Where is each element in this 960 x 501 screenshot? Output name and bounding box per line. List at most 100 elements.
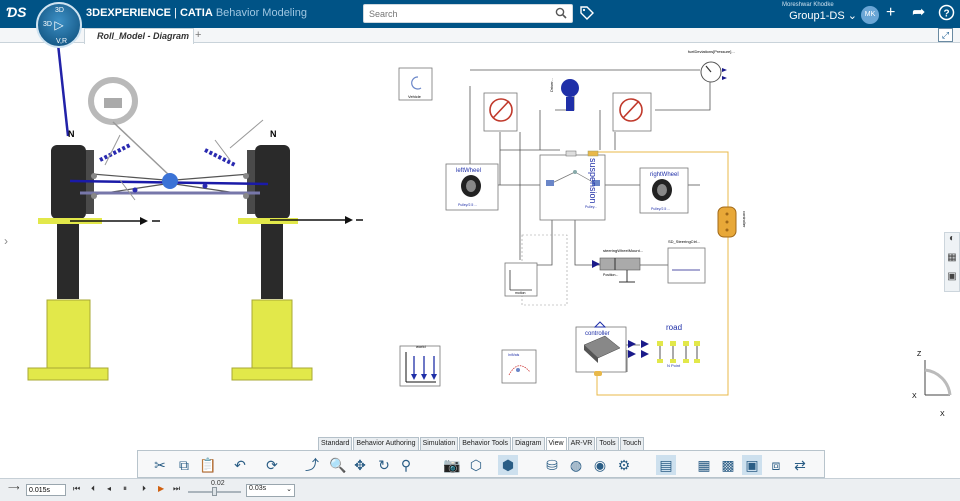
- search-box[interactable]: [363, 4, 573, 23]
- export-icon[interactable]: ⤴: [302, 455, 322, 475]
- frame-icon[interactable]: ▣: [742, 455, 762, 475]
- compare-icon[interactable]: ⧈: [766, 455, 786, 475]
- tab-ar-vr[interactable]: AR-VR: [567, 437, 596, 450]
- grid-icon[interactable]: ▦: [694, 455, 714, 475]
- compass-widget[interactable]: 3D 3D ▷ V,R: [36, 2, 82, 48]
- right-sensor-block[interactable]: [612, 92, 652, 132]
- help-icon[interactable]: ?: [938, 4, 955, 25]
- camera-icon[interactable]: 📷: [442, 455, 462, 475]
- viewport-3d[interactable]: N N Vehicle Driver... fuelDeviations[Pre…: [0, 44, 960, 439]
- tag-icon[interactable]: [580, 6, 594, 23]
- avatar[interactable]: MK: [861, 6, 879, 24]
- right-wheel-label: rightWheel: [650, 172, 679, 178]
- right-n-label: N: [270, 129, 277, 139]
- plus-icon[interactable]: +: [886, 5, 895, 21]
- add-tab-button[interactable]: +: [195, 29, 201, 41]
- skip-end-icon[interactable]: ⏭: [173, 484, 180, 494]
- flow-icon[interactable]: ⇄: [790, 455, 810, 475]
- right-wheel-sub: Pulley/2.5 ...: [651, 207, 670, 211]
- playback-bar: ⟶ ⏮ ⏴ ◂ ⏸ ⏵ ▶ ⏭ 0.02 0.03s⌄: [0, 478, 960, 501]
- fullscreen-icon[interactable]: ⤢: [938, 28, 953, 42]
- pause-icon[interactable]: ⏸: [123, 484, 127, 494]
- driver-label: Driver...: [549, 78, 554, 92]
- inspect-icon[interactable]: ▤: [656, 455, 676, 475]
- user-menu[interactable]: Moreshwar Khodke Group1-DS ⌄: [762, 2, 857, 22]
- paste-icon[interactable]: 📋: [198, 455, 218, 475]
- compass-left-label: 3D: [43, 21, 52, 28]
- render-icon[interactable]: ◉: [590, 455, 610, 475]
- speed-slider-knob[interactable]: [212, 487, 217, 496]
- tab-view[interactable]: View: [545, 437, 567, 450]
- share-icon[interactable]: ➦: [912, 5, 925, 21]
- zoom-icon[interactable]: 🔍: [328, 455, 348, 475]
- reverse-icon[interactable]: ◂: [107, 484, 111, 493]
- tab-simulation[interactable]: Simulation: [419, 437, 459, 450]
- pan-icon[interactable]: ✥: [350, 455, 370, 475]
- steering-wheel[interactable]: [88, 77, 171, 177]
- suspension-linkage[interactable]: [69, 119, 269, 201]
- tab-touch[interactable]: Touch: [619, 437, 645, 450]
- step-forward-icon[interactable]: ⏵: [142, 484, 146, 494]
- compass-top-label: 3D: [55, 7, 64, 14]
- skip-start-icon[interactable]: ⏮: [73, 484, 80, 494]
- controller-port-label: controller: [742, 211, 747, 228]
- vehicle-label: Vehicle: [408, 94, 422, 99]
- grid-view-icon[interactable]: ▦: [945, 252, 959, 271]
- step-select[interactable]: 0.03s ⌄: [246, 484, 295, 497]
- left-wheel-label: leftWheel: [456, 168, 481, 174]
- sd-steering-label: SD_SteeringCtrl...: [668, 239, 700, 244]
- play-button[interactable]: ▶: [158, 484, 164, 493]
- app-title: 3DEXPERIENCE | CATIA Behavior Modeling: [86, 7, 307, 19]
- view-cube-icon[interactable]: ⬡: [466, 455, 486, 475]
- right-toolbar: ◐ ▦ ▣: [944, 232, 960, 292]
- rotate-icon[interactable]: ↻: [374, 455, 394, 475]
- tab-behavior-tools[interactable]: Behavior Tools: [459, 437, 512, 450]
- init-vals-label: InitVals: [508, 353, 519, 357]
- time-arrow-icon: ⟶: [8, 483, 20, 492]
- controller-port[interactable]: [717, 206, 737, 238]
- right-wheel-model[interactable]: [231, 145, 363, 381]
- layout-icon[interactable]: ▣: [945, 271, 959, 290]
- database-icon[interactable]: ⛁: [542, 455, 562, 475]
- zoom-area-icon[interactable]: ⚲: [396, 455, 416, 475]
- undo-icon[interactable]: ↶: [230, 455, 250, 475]
- road-block[interactable]: [657, 341, 700, 363]
- world-block[interactable]: [399, 345, 441, 387]
- suspension-sub: Pulley...: [585, 205, 597, 209]
- scissors-icon[interactable]: ✂: [150, 455, 170, 475]
- shading-icon[interactable]: ⬢: [498, 455, 518, 475]
- time-input[interactable]: [26, 484, 66, 496]
- search-icon[interactable]: [555, 7, 567, 22]
- table-icon[interactable]: ▩: [718, 455, 738, 475]
- tab-behavior-authoring[interactable]: Behavior Authoring: [353, 437, 419, 450]
- tab-diagram[interactable]: Diagram: [512, 437, 545, 450]
- steering-label: steeringWheelMount...: [603, 248, 643, 253]
- settings-icon[interactable]: ⚙: [614, 455, 634, 475]
- svg-text:Z: Z: [917, 351, 922, 358]
- search-input[interactable]: [364, 5, 544, 22]
- globe-icon[interactable]: ◍: [566, 455, 586, 475]
- step-back-icon[interactable]: ⏴: [91, 484, 95, 494]
- update-icon[interactable]: ⟳: [262, 455, 282, 475]
- pos-label: Position...: [603, 273, 618, 277]
- play-icon[interactable]: ▷: [54, 18, 63, 32]
- tab-roll-model-diagram[interactable]: Roll_Model - Diagram: [84, 28, 194, 44]
- road-sub: N Point: [667, 363, 681, 368]
- axis-triad[interactable]: Z X X: [912, 351, 952, 418]
- copy-icon[interactable]: ⧉: [174, 455, 194, 475]
- sd-steering-block[interactable]: [667, 247, 706, 284]
- suspension-label: suspension: [588, 158, 598, 204]
- rotate-view-icon[interactable]: ◐: [945, 233, 959, 252]
- fuel-dev-gauge[interactable]: [700, 61, 727, 83]
- svg-text:?: ?: [943, 9, 949, 20]
- compass-bottom-label: V,R: [56, 38, 68, 45]
- driver-block[interactable]: [561, 79, 579, 111]
- ds-logo-icon[interactable]: ƊS: [6, 4, 28, 24]
- tab-tools[interactable]: Tools: [596, 437, 619, 450]
- group-selector[interactable]: Group1-DS ⌄: [762, 9, 857, 22]
- steering-mount-block[interactable]: [592, 257, 641, 283]
- controller-label: controller: [585, 331, 610, 337]
- speed-value: 0.02: [211, 480, 225, 487]
- left-sensor-block[interactable]: [483, 92, 518, 132]
- tab-standard[interactable]: Standard: [318, 437, 353, 450]
